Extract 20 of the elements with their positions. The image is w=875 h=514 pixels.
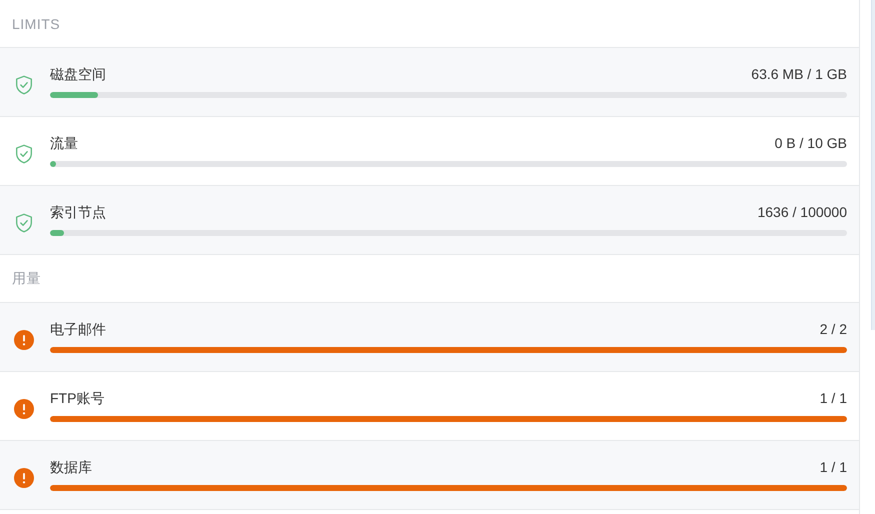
limit-label: 索引节点 [50,204,106,222]
warning-icon [13,467,35,489]
usage-reading: 1636 / 100000 [757,204,847,220]
limit-label: FTP账号 [50,390,104,408]
usage-reading: 63.6 MB / 1 GB [751,66,847,82]
section-title: 用量 [12,270,41,288]
limit-label: 磁盘空间 [50,66,106,84]
warning-icon [13,398,35,420]
warning-icon [13,329,35,351]
usage-reading: 0 B / 10 GB [774,135,847,151]
usage-reading: 1 / 1 [820,390,847,406]
shield-check-icon [13,143,35,165]
limit-label: 电子邮件 [50,321,106,339]
usage-reading: 1 / 1 [820,459,847,475]
limit-label: 数据库 [50,459,92,477]
shield-check-icon [13,212,35,234]
section-title: LIMITS [12,16,60,32]
limit-label: 流量 [50,135,78,153]
shield-check-icon [13,74,35,96]
usage-reading: 2 / 2 [820,321,847,337]
